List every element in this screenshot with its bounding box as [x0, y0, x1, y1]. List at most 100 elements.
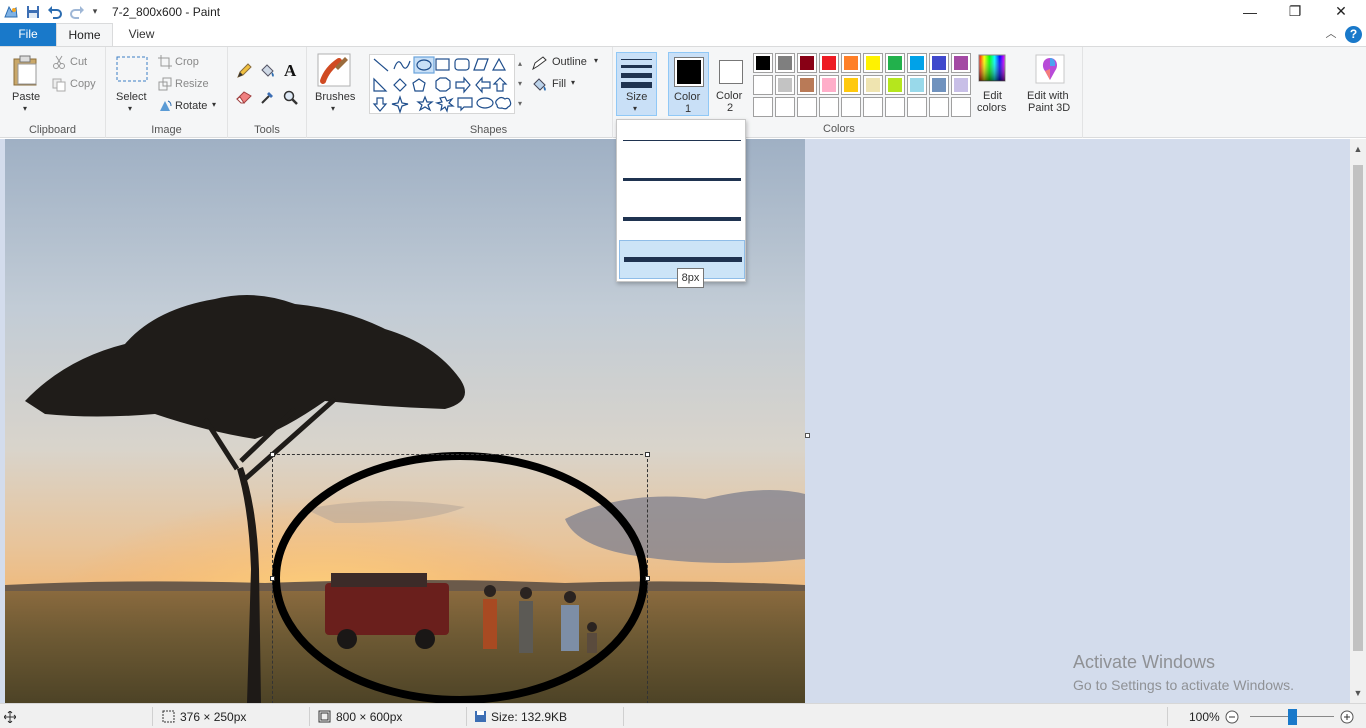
tab-view[interactable]: View: [113, 23, 170, 46]
selection-handle-right[interactable]: [645, 576, 650, 581]
selection-handle-top-left[interactable]: [270, 452, 275, 457]
fill-dropdown-icon[interactable]: ▾: [571, 78, 575, 87]
close-button[interactable]: ✕: [1318, 0, 1364, 23]
color-swatch[interactable]: [907, 75, 927, 95]
cut-icon[interactable]: [52, 55, 66, 72]
eraser-icon[interactable]: [236, 90, 253, 107]
color-swatch[interactable]: [753, 53, 773, 73]
zoom-out-button[interactable]: [1225, 704, 1239, 728]
tab-home[interactable]: Home: [56, 23, 113, 47]
text-tool-icon[interactable]: A: [284, 61, 296, 81]
custom-color-slot[interactable]: [753, 97, 773, 117]
color-swatch[interactable]: [819, 53, 839, 73]
color-swatch[interactable]: [929, 75, 949, 95]
custom-color-slot[interactable]: [797, 97, 817, 117]
crop-label[interactable]: Crop: [175, 56, 199, 68]
color-swatch[interactable]: [819, 75, 839, 95]
color-swatch[interactable]: [841, 75, 861, 95]
selection-handle-left[interactable]: [270, 576, 275, 581]
redo-icon[interactable]: [66, 0, 88, 23]
minimize-ribbon-icon[interactable]: ︿: [1322, 23, 1340, 46]
crop-icon[interactable]: [158, 55, 172, 72]
undo-icon[interactable]: [44, 0, 66, 23]
help-icon[interactable]: ?: [1345, 26, 1362, 43]
customize-quick-access-icon[interactable]: ▾: [88, 0, 102, 23]
size-option-3[interactable]: [619, 200, 745, 239]
color-swatch[interactable]: [885, 53, 905, 73]
scroll-down-icon[interactable]: ▼: [1350, 685, 1366, 701]
size-button[interactable]: Size ▾: [616, 52, 657, 116]
custom-color-slot[interactable]: [885, 97, 905, 117]
save-icon[interactable]: [22, 0, 44, 23]
cut-label[interactable]: Cut: [70, 56, 87, 68]
resize-label[interactable]: Resize: [175, 78, 209, 90]
color-swatch[interactable]: [797, 53, 817, 73]
rotate-label[interactable]: Rotate: [175, 100, 207, 112]
paint-app-icon[interactable]: [0, 0, 22, 23]
color-swatch[interactable]: [929, 53, 949, 73]
rotate-dropdown-icon[interactable]: ▾: [212, 100, 216, 109]
color-swatch[interactable]: [753, 75, 773, 95]
rotate-icon[interactable]: [158, 99, 172, 116]
color-swatch[interactable]: [907, 53, 927, 73]
color-swatch[interactable]: [885, 75, 905, 95]
color-swatch-fill: [844, 56, 858, 70]
custom-color-slot[interactable]: [929, 97, 949, 117]
color-swatch[interactable]: [797, 75, 817, 95]
vertical-scrollbar[interactable]: ▲ ▼: [1350, 139, 1366, 703]
edit-colors-button[interactable]: Edit colors: [973, 52, 1013, 116]
outline-dropdown-icon[interactable]: ▾: [594, 56, 598, 65]
brushes-icon[interactable]: [317, 53, 351, 90]
pencil-icon[interactable]: [236, 63, 252, 82]
size-option-1[interactable]: [619, 122, 745, 161]
paste-label[interactable]: Paste: [12, 91, 40, 103]
outline-icon[interactable]: [532, 56, 548, 73]
select-icon[interactable]: [116, 56, 148, 85]
brushes-label[interactable]: Brushes: [315, 91, 355, 103]
custom-color-slot[interactable]: [863, 97, 883, 117]
custom-color-slot[interactable]: [819, 97, 839, 117]
color-swatch[interactable]: [951, 75, 971, 95]
shapes-gallery[interactable]: [369, 54, 515, 114]
color-swatch[interactable]: [841, 53, 861, 73]
custom-color-slot[interactable]: [951, 97, 971, 117]
zoom-slider-thumb[interactable]: [1288, 709, 1297, 725]
shape-selection-box[interactable]: [272, 454, 648, 703]
color-swatch[interactable]: [863, 75, 883, 95]
fill-icon[interactable]: [532, 78, 548, 95]
scroll-up-icon[interactable]: ▲: [1350, 141, 1366, 157]
edit-with-paint3d-button[interactable]: Edit with Paint 3D: [1022, 52, 1078, 116]
brushes-dropdown-icon[interactable]: ▾: [331, 104, 335, 113]
select-dropdown-icon[interactable]: ▾: [128, 104, 132, 113]
maximize-button[interactable]: ❐: [1272, 0, 1318, 23]
selection-handle-top-right[interactable]: [645, 452, 650, 457]
scroll-thumb[interactable]: [1353, 165, 1363, 651]
custom-color-slot[interactable]: [841, 97, 861, 117]
select-label[interactable]: Select: [116, 91, 147, 103]
color2-button[interactable]: Color 2: [713, 52, 749, 116]
color-swatch[interactable]: [775, 53, 795, 73]
minimize-button[interactable]: —: [1227, 0, 1273, 23]
shapes-scroll-icon[interactable]: ▴ ▾ ▾: [515, 54, 525, 114]
canvas-resize-handle[interactable]: [805, 433, 810, 438]
copy-icon[interactable]: [52, 78, 66, 95]
magnifier-icon[interactable]: [283, 90, 299, 109]
zoom-in-button[interactable]: [1340, 704, 1354, 728]
fill-bucket-icon[interactable]: [259, 63, 276, 82]
outline-label[interactable]: Outline: [552, 56, 587, 68]
resize-icon[interactable]: [158, 77, 172, 94]
custom-color-slot[interactable]: [775, 97, 795, 117]
color-picker-icon[interactable]: [260, 89, 276, 108]
size-option-2[interactable]: [619, 161, 745, 200]
copy-label[interactable]: Copy: [70, 78, 96, 90]
color1-button[interactable]: Color 1: [668, 52, 709, 116]
color-swatch[interactable]: [863, 53, 883, 73]
color-swatch[interactable]: [951, 53, 971, 73]
tab-file[interactable]: File: [0, 23, 56, 46]
fill-label[interactable]: Fill: [552, 78, 566, 90]
paste-dropdown-icon[interactable]: ▾: [23, 104, 27, 113]
paste-icon[interactable]: [12, 55, 40, 90]
custom-color-slot[interactable]: [907, 97, 927, 117]
color-swatch-fill: [778, 56, 792, 70]
color-swatch[interactable]: [775, 75, 795, 95]
